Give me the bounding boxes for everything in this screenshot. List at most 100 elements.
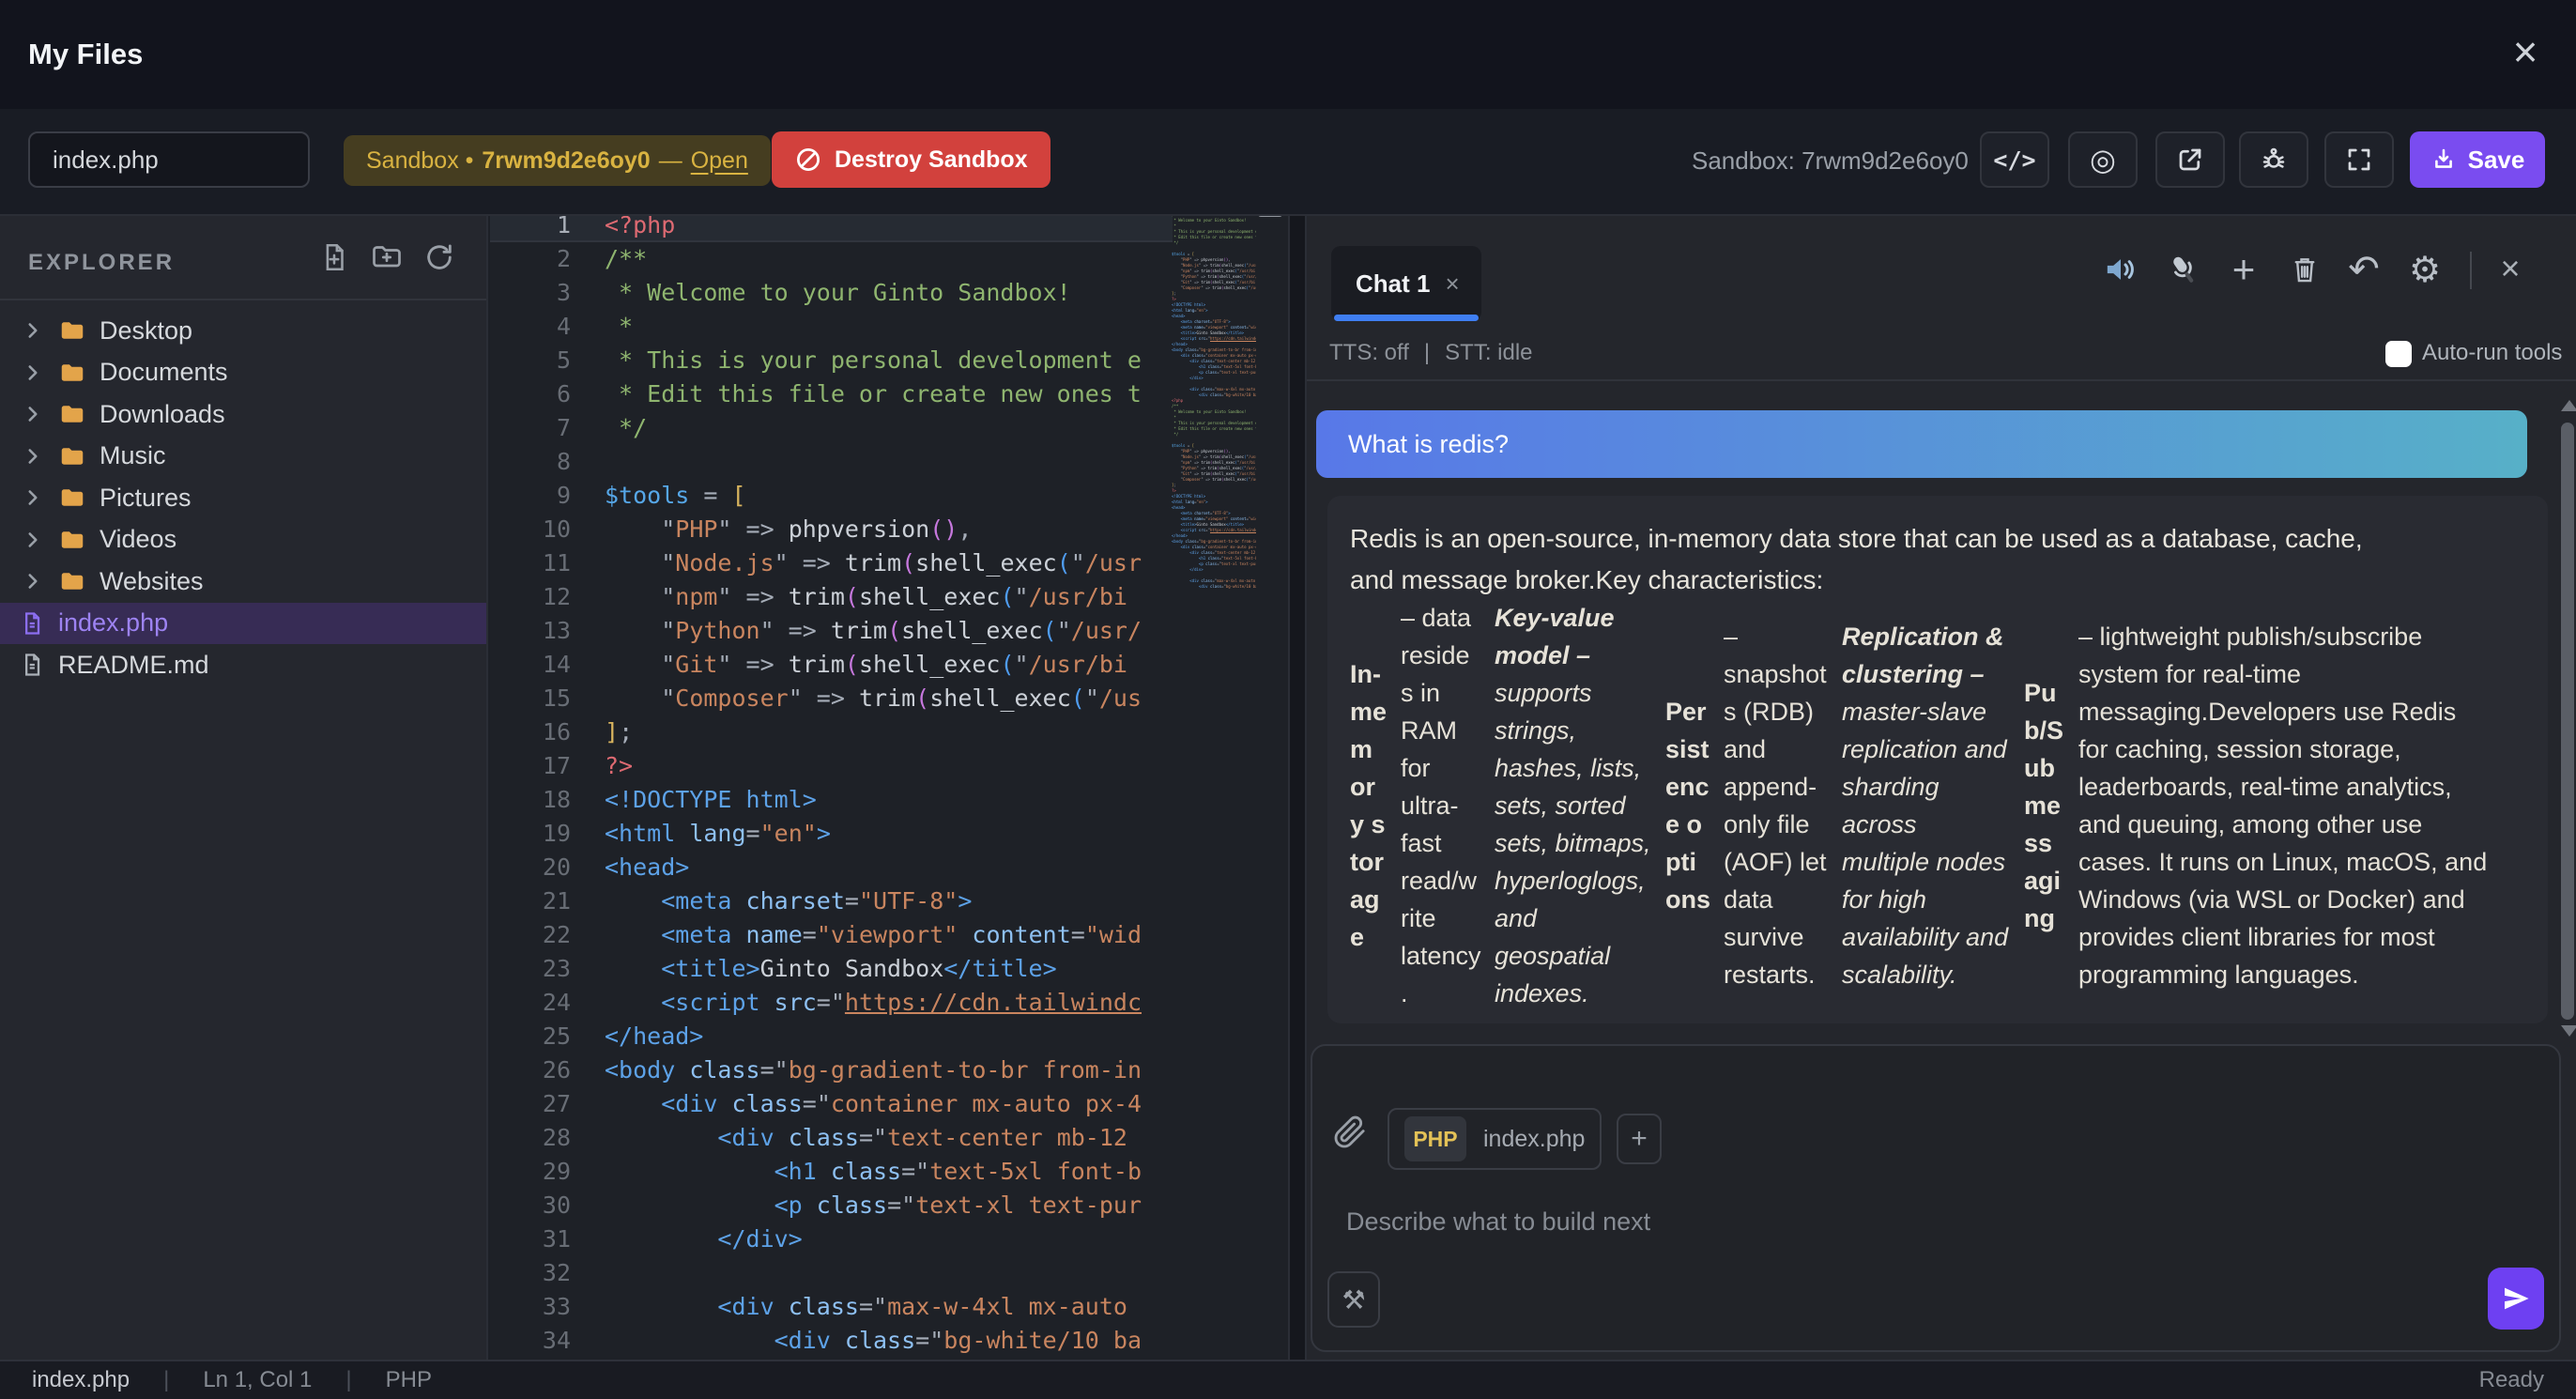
chat-panel: Chat 1 × + ↶ ⚙ × TTS: off | STT: idle Au… (1307, 216, 2576, 1360)
tools-button[interactable]: ⚒ (1327, 1271, 1380, 1328)
editor-line[interactable]: 22 <meta name="viewport" content="wid (490, 918, 1173, 952)
editor-line[interactable]: 3 * Welcome to your Ginto Sandbox! (490, 276, 1173, 310)
sandbox-open-link[interactable]: Open (691, 147, 748, 175)
file-icon (19, 610, 45, 637)
folder-name: Documents (100, 358, 228, 387)
editor-line[interactable]: 23 <title>Ginto Sandbox</title> (490, 952, 1173, 986)
chat-tab-close-icon[interactable]: × (1445, 269, 1459, 299)
sidebar-folder-item[interactable]: Websites (0, 561, 486, 603)
editor-line[interactable]: 2 /** (490, 242, 1173, 276)
chat-tab[interactable]: Chat 1 × (1331, 246, 1481, 321)
destroy-sandbox-button[interactable]: Destroy Sandbox (772, 131, 1050, 188)
editor-line[interactable]: 7 */ (490, 411, 1173, 445)
editor-line[interactable]: 5 * This is your personal development e (490, 344, 1173, 377)
editor-line[interactable]: 11 "Node.js" => trim(shell_exec("/usr (490, 546, 1173, 580)
line-code: * (605, 310, 1153, 344)
fullscreen-button[interactable] (2324, 131, 2394, 188)
editor-line[interactable]: 25 </head> (490, 1020, 1173, 1053)
new-file-button[interactable] (314, 237, 355, 278)
attachment-type-badge: PHP (1404, 1116, 1466, 1161)
sidebar-folder-item[interactable]: Videos (0, 519, 486, 561)
add-attachment-button[interactable]: + (1617, 1114, 1662, 1164)
editor-line[interactable]: 10 "PHP" => phpversion(), (490, 513, 1173, 546)
attachment-chip[interactable]: PHP index.php (1388, 1108, 1602, 1170)
window-close-icon[interactable]: × (2497, 23, 2553, 85)
editor-line[interactable]: 24 <script src="https://cdn.tailwindc (490, 986, 1173, 1020)
editor-line[interactable]: 32 (490, 1256, 1173, 1290)
editor-line[interactable]: 17 ?> (490, 749, 1173, 783)
tts-status: TTS: off (1329, 340, 1409, 366)
send-button[interactable] (2488, 1268, 2544, 1330)
sidebar-file-item[interactable]: index.php (0, 603, 486, 645)
file-name: index.php (58, 608, 168, 638)
line-code: <head> (605, 851, 1153, 884)
redis-column: Replication & clustering – master-slave … (1842, 618, 2011, 993)
editor-line[interactable]: 18 <!DOCTYPE html> (490, 783, 1173, 817)
chat-input[interactable] (1346, 1207, 2454, 1262)
editor-line[interactable]: 1 <?php (490, 216, 1173, 242)
editor-line[interactable]: 27 <div class="container mx-auto px-4 (490, 1087, 1173, 1121)
chat-tab-active-indicator (1334, 315, 1479, 321)
sidebar-folder-item[interactable]: Music (0, 436, 486, 478)
editor-line[interactable]: 29 <h1 class="text-5xl font-b (490, 1155, 1173, 1189)
editor-line[interactable]: 28 <div class="text-center mb-12 (490, 1121, 1173, 1155)
line-number: 27 (490, 1087, 571, 1121)
line-code: <title>Ginto Sandbox</title> (605, 952, 1153, 986)
editor-line[interactable]: 6 * Edit this file or create new ones t (490, 377, 1173, 411)
save-button[interactable]: Save (2410, 131, 2545, 188)
editor-line[interactable]: 12 "npm" => trim(shell_exec("/usr/bi (490, 580, 1173, 614)
editor-line[interactable]: 13 "Python" => trim(shell_exec("/usr/ (490, 614, 1173, 648)
redis-column: – snapshots (RDB) and append-only file (… (1724, 618, 1829, 993)
microphone-button[interactable] (2162, 248, 2205, 291)
editor-line[interactable]: 14 "Git" => trim(shell_exec("/usr/bi (490, 648, 1173, 682)
minimap[interactable]: <?php/** * Welcome to your Ginto Sandbox… (1172, 216, 1256, 685)
folder-list: Desktop Documents Downloads Music Pi (0, 310, 486, 603)
editor-line[interactable]: 26 <body class="bg-gradient-to-br from-i… (490, 1053, 1173, 1087)
tts-speaker-button[interactable] (2099, 248, 2142, 291)
code-editor[interactable]: 1 <?php 2 /** 3 * Welcome to your Ginto … (490, 216, 1288, 1360)
line-number: 19 (490, 817, 571, 851)
editor-line[interactable]: 30 <p class="text-xl text-pur (490, 1189, 1173, 1222)
sidebar-folder-item[interactable]: Downloads (0, 393, 486, 436)
folder-icon (58, 359, 86, 387)
sidebar-folder-item[interactable]: Pictures (0, 477, 486, 519)
refresh-button[interactable] (419, 237, 460, 278)
chat-close-icon[interactable]: × (2489, 248, 2532, 291)
trash-icon[interactable] (2283, 248, 2326, 291)
folder-name: Websites (100, 567, 204, 596)
undo-icon[interactable]: ↶ (2342, 248, 2385, 291)
redis-column: – data resides in RAM for ultra-fast rea… (1401, 599, 1481, 1012)
preview-button[interactable]: ◎ (2068, 131, 2138, 188)
panel-splitter[interactable] (1288, 216, 1307, 1360)
code-view-button[interactable]: </> (1980, 131, 2049, 188)
editor-line[interactable]: 8 (490, 445, 1173, 479)
chevron-right-icon (21, 361, 45, 385)
new-folder-button[interactable] (366, 237, 407, 278)
sidebar-folder-item[interactable]: Desktop (0, 310, 486, 352)
sidebar-folder-item[interactable]: Documents (0, 352, 486, 394)
settings-gear-icon[interactable]: ⚙ (2403, 248, 2446, 291)
open-external-button[interactable] (2155, 131, 2225, 188)
line-number: 12 (490, 580, 571, 614)
editor-line[interactable]: 31 </div> (490, 1222, 1173, 1256)
chat-scroll-up-arrow[interactable] (2561, 400, 2576, 411)
save-icon (2430, 146, 2457, 173)
filename-input[interactable] (28, 131, 310, 188)
editor-line[interactable]: 9 $tools = [ (490, 479, 1173, 513)
editor-line[interactable]: 34 <div class="bg-white/10 ba (490, 1324, 1173, 1358)
new-chat-plus-icon[interactable]: + (2222, 248, 2265, 291)
chat-scroll-down-arrow[interactable] (2561, 1025, 2576, 1037)
editor-line[interactable]: 4 * (490, 310, 1173, 344)
editor-line[interactable]: 16 ]; (490, 715, 1173, 749)
editor-scrollbar-thumb[interactable] (1258, 216, 1282, 217)
autorun-checkbox[interactable] (2385, 341, 2412, 367)
editor-line[interactable]: 15 "Composer" => trim(shell_exec("/us (490, 682, 1173, 715)
editor-line[interactable]: 19 <html lang="en"> (490, 817, 1173, 851)
chat-scrollbar-thumb[interactable] (2561, 423, 2574, 1020)
sidebar-file-item[interactable]: README.md (0, 644, 486, 686)
editor-line[interactable]: 33 <div class="max-w-4xl mx-auto (490, 1290, 1173, 1324)
editor-line[interactable]: 21 <meta charset="UTF-8"> (490, 884, 1173, 918)
editor-line[interactable]: 20 <head> (490, 851, 1173, 884)
sandbox-badge[interactable]: Sandbox • 7rwm9d2e6oy0 — Open (344, 135, 771, 186)
debug-bug-button[interactable] (2239, 131, 2308, 188)
